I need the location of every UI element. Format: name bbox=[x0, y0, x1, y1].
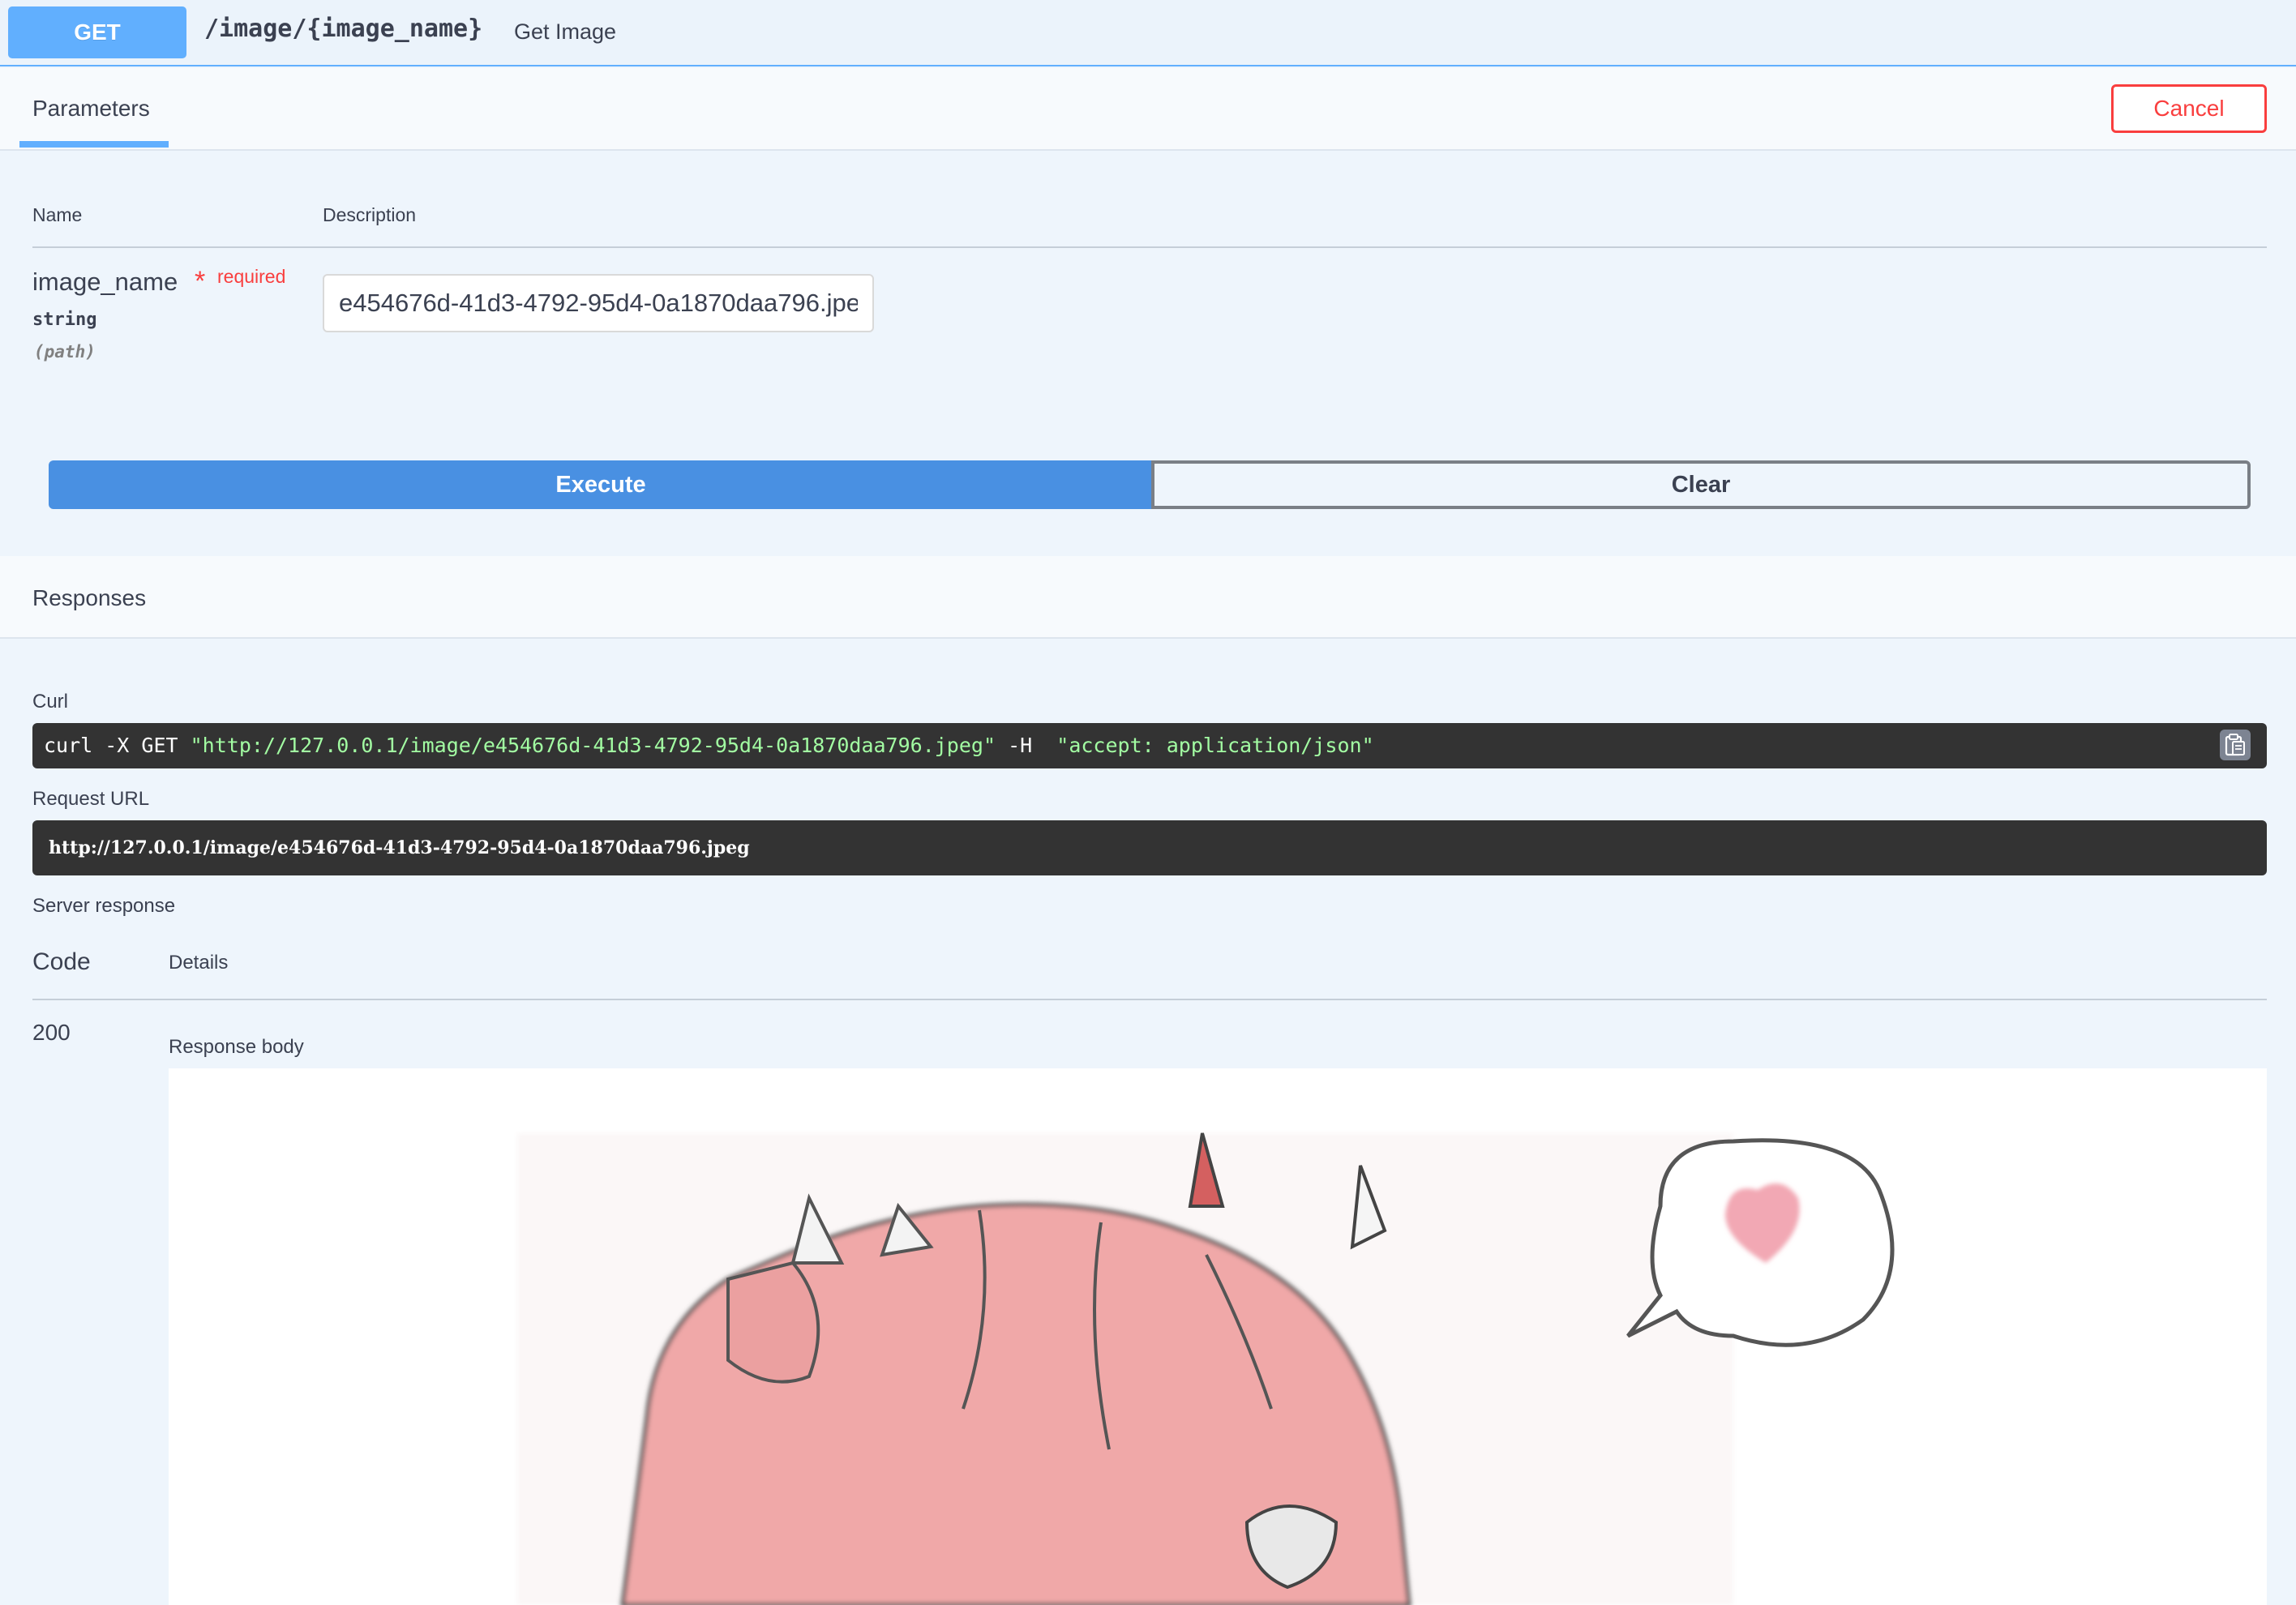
responses-header bbox=[0, 556, 2296, 639]
column-header-details: Details bbox=[169, 952, 229, 974]
execute-button[interactable]: Execute bbox=[49, 460, 1153, 509]
image-name-input[interactable] bbox=[323, 274, 874, 332]
clear-button[interactable]: Clear bbox=[1151, 460, 2251, 509]
response-body-label: Response body bbox=[169, 1036, 304, 1058]
request-url[interactable]: http://127.0.0.1/image/e454676d-41d3-479… bbox=[32, 820, 2267, 875]
clipboard-icon bbox=[2225, 734, 2245, 756]
server-response-label: Server response bbox=[32, 895, 176, 917]
curl-url: "http://127.0.0.1/image/e454676d-41d3-47… bbox=[190, 734, 996, 757]
parameter-location: (path) bbox=[34, 342, 96, 362]
required-star: * bbox=[195, 266, 206, 297]
operation-summary: Get Image bbox=[514, 19, 617, 44]
parameter-type: string bbox=[32, 310, 97, 330]
request-url-label: Request URL bbox=[32, 788, 150, 810]
column-header-description: Description bbox=[323, 204, 417, 225]
response-body-image bbox=[169, 1068, 2267, 1605]
responses-title: Responses bbox=[32, 585, 147, 610]
response-status-code: 200 bbox=[32, 1020, 71, 1045]
divider bbox=[32, 999, 2267, 1000]
column-header-code: Code bbox=[32, 948, 91, 975]
curl-header: "accept: application/json" bbox=[1056, 734, 1374, 757]
copy-to-clipboard-button[interactable] bbox=[2220, 730, 2251, 760]
parameter-name: image_name bbox=[32, 268, 178, 296]
tab-active-indicator bbox=[19, 141, 169, 148]
required-label: required bbox=[217, 266, 286, 287]
operation-path: /image/{image_name} bbox=[204, 15, 483, 43]
column-header-name: Name bbox=[32, 204, 83, 225]
curl-command[interactable]: curl -X GET "http://127.0.0.1/image/e454… bbox=[32, 723, 2267, 768]
anime-character-illustration bbox=[517, 1132, 1895, 1605]
tab-parameters[interactable]: Parameters bbox=[32, 96, 150, 122]
curl-label: Curl bbox=[32, 691, 69, 713]
parameters-tab-bar bbox=[0, 68, 2296, 151]
curl-prefix: curl -X GET bbox=[44, 734, 191, 757]
divider bbox=[32, 246, 2267, 248]
method-badge: GET bbox=[8, 6, 186, 58]
curl-header-flag: -H bbox=[996, 734, 1057, 757]
cancel-button[interactable]: Cancel bbox=[2111, 84, 2267, 133]
